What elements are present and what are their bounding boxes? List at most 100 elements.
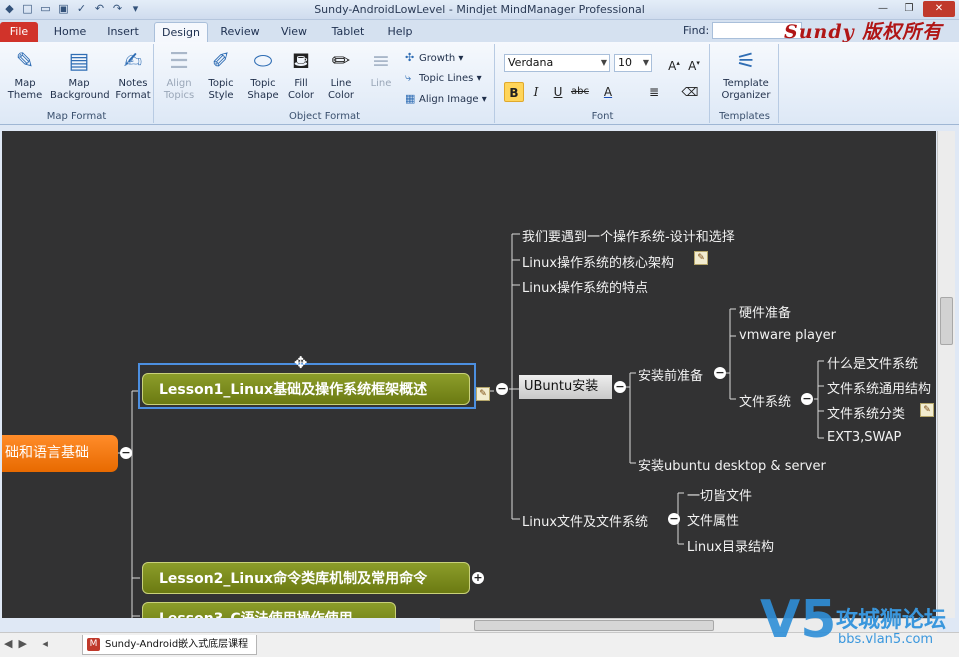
topic-linux-files[interactable]: Linux文件及文件系统 bbox=[522, 511, 648, 530]
topic-everything-file[interactable]: 一切皆文件 bbox=[687, 485, 752, 504]
tab-file[interactable]: File bbox=[0, 22, 38, 42]
font-size-select[interactable]: 10 ▼ bbox=[614, 54, 652, 72]
align-image-button[interactable]: ▦ Align Image ▾ bbox=[405, 91, 487, 107]
line-color-label: Line Color bbox=[327, 78, 355, 101]
line-button[interactable]: ≡ Line bbox=[361, 48, 401, 90]
tab-design[interactable]: Design bbox=[154, 22, 208, 42]
fill-color-icon: ⛾ bbox=[292, 49, 310, 74]
collapse-icon[interactable]: − bbox=[496, 383, 508, 395]
bold-button[interactable]: B bbox=[504, 82, 524, 102]
central-topic[interactable]: 础和语言基础 bbox=[2, 435, 118, 472]
underline-button[interactable]: U bbox=[548, 82, 568, 102]
line-label: Line bbox=[370, 78, 392, 89]
template-organizer-label: Template Organizer bbox=[721, 78, 771, 101]
collapse-icon[interactable]: − bbox=[801, 393, 813, 405]
topic-lines-icon: ⤷ bbox=[405, 71, 412, 84]
topic-vmware[interactable]: vmware player bbox=[739, 328, 836, 343]
notes-format-button[interactable]: ✍ Notes Format bbox=[110, 48, 156, 102]
document-tab[interactable]: M Sundy-Android嵌入式底层课程 bbox=[82, 635, 258, 655]
topic-lesson2[interactable]: Lesson2_Linux命令类库机制及常用命令 bbox=[142, 562, 470, 594]
topic-linux-core[interactable]: Linux操作系统的核心架构 bbox=[522, 252, 674, 271]
align-image-label: Align Image bbox=[419, 94, 479, 105]
tab-review[interactable]: Review bbox=[216, 22, 264, 42]
tab-home[interactable]: Home bbox=[48, 22, 92, 42]
expand-icon[interactable]: + bbox=[472, 572, 484, 584]
vlan5-watermark: V5 攻城狮论坛 bbs.vlan5.com bbox=[760, 590, 959, 656]
templates-label: Templates bbox=[719, 111, 770, 122]
group-templates: ⚟ Template Organizer Templates bbox=[711, 44, 779, 123]
template-organizer-icon: ⚟ bbox=[736, 49, 756, 74]
growth-button[interactable]: ✣ Growth ▾ bbox=[405, 50, 463, 66]
vertical-scroll-thumb[interactable] bbox=[940, 297, 953, 345]
align-text-icon[interactable]: ≣ bbox=[644, 82, 664, 102]
tab-nav-arrows-icon[interactable]: ◀▶ ◂ bbox=[4, 637, 54, 650]
topic-lesson1[interactable]: Lesson1_Linux基础及操作系统框架概述 bbox=[142, 373, 470, 405]
growth-label: Growth bbox=[419, 53, 456, 64]
topic-install-desktop[interactable]: 安装ubuntu desktop & server bbox=[638, 455, 826, 474]
topic-lines-label: Topic Lines bbox=[419, 73, 474, 84]
map-background-button[interactable]: ▤ Map Background bbox=[50, 48, 110, 102]
tab-view[interactable]: View bbox=[272, 22, 316, 42]
topic-linux-features[interactable]: Linux操作系统的特点 bbox=[522, 277, 648, 296]
vlan5-name: 攻城狮论坛 bbox=[836, 608, 947, 633]
collapse-icon[interactable]: − bbox=[714, 367, 726, 379]
topic-lesson3[interactable]: Lesson3_C语法使用操作使用 bbox=[142, 602, 396, 618]
notes-icon[interactable]: ✎ bbox=[920, 403, 934, 417]
tab-help[interactable]: Help bbox=[380, 22, 420, 42]
collapse-icon[interactable]: − bbox=[120, 447, 132, 459]
topic-file-attr[interactable]: 文件属性 bbox=[687, 510, 739, 529]
shrink-font-icon[interactable]: A▾ bbox=[684, 53, 704, 73]
font-family-select[interactable]: Verdana ▼ bbox=[504, 54, 610, 72]
close-button[interactable]: ✕ bbox=[923, 1, 955, 17]
fill-color-button[interactable]: ⛾ Fill Color bbox=[281, 48, 321, 102]
group-font: Verdana ▼ 10 ▼ A▴ A▾ B I U abc A ≣ ⌫ Font bbox=[496, 44, 710, 123]
clear-format-icon[interactable]: ⌫ bbox=[680, 82, 700, 102]
align-topics-icon: ☰ bbox=[169, 49, 189, 74]
strikethrough-button[interactable]: abc bbox=[570, 82, 590, 102]
line-color-button[interactable]: ✏ Line Color bbox=[321, 48, 361, 102]
topic-pre-install[interactable]: 安装前准备 bbox=[638, 365, 703, 384]
tab-insert[interactable]: Insert bbox=[100, 22, 146, 42]
font-group-label: Font bbox=[591, 111, 614, 122]
topic-style-button[interactable]: ✐ Topic Style bbox=[199, 48, 243, 102]
font-size-value: 10 bbox=[618, 56, 632, 69]
notes-icon[interactable]: ✎ bbox=[476, 387, 490, 401]
vertical-scrollbar[interactable] bbox=[937, 131, 955, 618]
collapse-icon[interactable]: − bbox=[614, 381, 626, 393]
tab-tablet[interactable]: Tablet bbox=[324, 22, 372, 42]
horizontal-scroll-thumb[interactable] bbox=[474, 620, 714, 631]
notes-icon[interactable]: ✎ bbox=[694, 251, 708, 265]
grow-font-icon[interactable]: A▴ bbox=[664, 53, 684, 73]
topic-fs-types[interactable]: 文件系统分类 bbox=[827, 403, 905, 422]
topic-fs-ext[interactable]: EXT3,SWAP bbox=[827, 430, 901, 445]
align-image-icon: ▦ bbox=[405, 92, 416, 105]
collapse-icon[interactable]: − bbox=[668, 513, 680, 525]
restore-button[interactable]: ❐ bbox=[897, 1, 921, 17]
object-format-label: Object Format bbox=[289, 111, 360, 122]
font-family-value: Verdana bbox=[508, 56, 554, 69]
align-topics-button[interactable]: ☰ Align Topics bbox=[157, 48, 201, 102]
font-color-button[interactable]: A bbox=[598, 82, 618, 102]
topic-shape-icon: ⬭ bbox=[253, 49, 273, 74]
topic-shape-label: Topic Shape bbox=[247, 78, 279, 101]
minimize-button[interactable]: — bbox=[871, 1, 895, 17]
topic-filesystem[interactable]: 文件系统 bbox=[739, 391, 791, 410]
topic-fs-common[interactable]: 文件系统通用结构 bbox=[827, 378, 931, 397]
map-theme-icon: ✎ bbox=[15, 49, 35, 74]
topic-fs-what[interactable]: 什么是文件系统 bbox=[827, 353, 918, 372]
topic-os-design[interactable]: 我们要遇到一个操作系统-设计和选择 bbox=[522, 226, 735, 245]
vlan5-url: bbs.vlan5.com bbox=[838, 632, 934, 647]
topic-hardware[interactable]: 硬件准备 bbox=[739, 302, 791, 321]
topic-lines-button[interactable]: ⤷ Topic Lines ▾ bbox=[405, 70, 482, 86]
map-background-icon: ▤ bbox=[68, 49, 90, 74]
topic-linux-dirs[interactable]: Linux目录结构 bbox=[687, 536, 774, 555]
map-theme-button[interactable]: ✎ Map Theme bbox=[2, 48, 48, 102]
map-canvas[interactable]: 础和语言基础 − Lesson1_Linux基础及操作系统框架概述 ✥ ✎ − … bbox=[2, 131, 936, 618]
window-title: Sundy-AndroidLowLevel - Mindjet MindMana… bbox=[314, 3, 645, 16]
topic-shape-button[interactable]: ⬭ Topic Shape bbox=[241, 48, 285, 102]
template-organizer-button[interactable]: ⚟ Template Organizer bbox=[715, 48, 777, 102]
line-color-icon: ✏ bbox=[331, 49, 351, 74]
topic-ubuntu[interactable]: UBuntu安装 bbox=[519, 375, 612, 399]
italic-button[interactable]: I bbox=[526, 82, 546, 102]
fill-color-label: Fill Color bbox=[287, 78, 315, 101]
